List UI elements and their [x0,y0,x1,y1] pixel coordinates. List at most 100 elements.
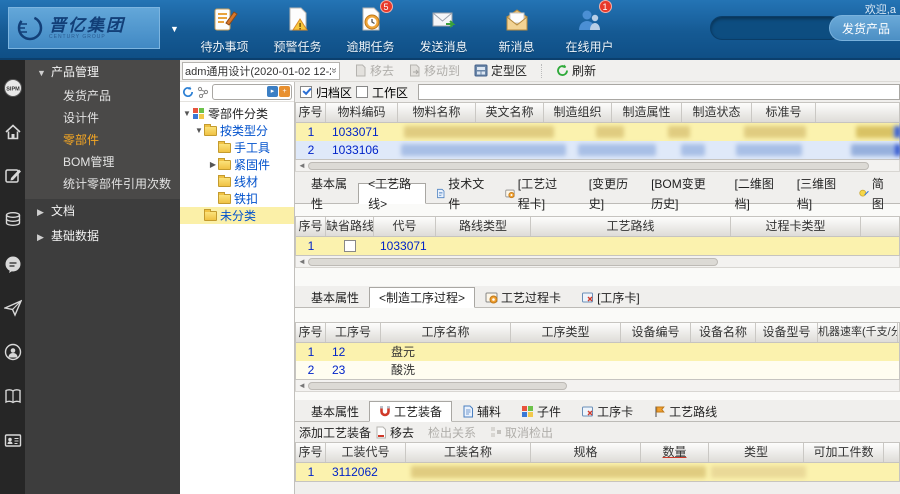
operation-table-hscrollbar[interactable]: ◄ [295,380,900,392]
material-row-1[interactable]: 1 1033071 [296,123,900,141]
tree-node-fasteners[interactable]: ▶ 紧固件 [180,156,294,173]
tab-process-card[interactable]: [工艺过程卡] [495,177,579,211]
sipm-logo-icon[interactable]: SIPM [0,66,25,110]
tree-refresh-icon[interactable] [182,85,194,98]
col-header[interactable]: 工装代号 [326,443,406,462]
remove-button[interactable]: 移去 [354,62,394,79]
alert-tasks-button[interactable]: 预警任务 [261,4,334,55]
tab-child-parts[interactable]: 子件 [511,401,571,422]
global-search-input[interactable] [710,16,842,40]
col-header[interactable]: 过程卡类型 [731,217,861,236]
nav-item-bom-management[interactable]: BOM管理 [25,151,180,173]
tab-technical-documents[interactable]: 技术文件 [426,177,495,211]
operation-row-1[interactable]: 1 12 盘元 [296,343,899,361]
nav-item-parts[interactable]: 零部件 [25,129,180,151]
chat-icon[interactable] [0,242,25,286]
ship-product-button[interactable]: 发货产品 [828,15,900,41]
home-icon[interactable] [0,110,25,154]
col-header[interactable]: 制造组织 [544,103,612,122]
col-header[interactable]: 工艺路线 [531,217,731,236]
col-header[interactable]: 制造状态 [682,103,752,122]
tab-process-route[interactable]: 工艺路线 [643,401,727,422]
tab-sketch[interactable]: 简图 [849,177,900,211]
logo-dropdown-caret[interactable]: ▼ [170,24,179,34]
col-header[interactable]: 序号 [296,443,326,462]
nav-item-design-parts[interactable]: 设计件 [25,107,180,129]
move-to-button[interactable]: 移动到 [408,62,460,79]
tab-3d-drawings[interactable]: [三维图档] [787,177,849,211]
col-header[interactable]: 规格 [531,443,641,462]
col-header[interactable]: 机器速率(千支/分钟) [818,323,898,342]
operation-row-2[interactable]: 2 23 酸洗 [296,361,899,379]
tree-node-by-type[interactable]: ▼ 按类型分 [180,122,294,139]
col-header[interactable]: 工装名称 [406,443,531,462]
nav-item-part-usage-count[interactable]: 统计零部件引用次数 [25,173,180,195]
tree-node-unclassified[interactable]: 未分类 [180,207,294,224]
col-header[interactable]: 英文名称 [476,103,544,122]
col-header[interactable]: 设备编号 [621,323,691,342]
expander-icon[interactable]: ▶ [208,160,218,169]
archive-area-checkbox[interactable] [300,86,312,98]
col-header[interactable]: 设备型号 [756,323,818,342]
tab-bom-change-history[interactable]: [BOM变更历史] [641,177,724,211]
col-header[interactable]: 工序名称 [381,323,511,342]
context-dropdown[interactable]: adm通用设计(2020-01-02 12-22 » [182,61,340,80]
tree-structure-icon[interactable] [197,86,209,98]
send-message-button[interactable]: 发送消息 [407,4,480,55]
scroll-left-icon[interactable]: ◄ [296,257,308,266]
material-row-2[interactable]: 2 1033106 [296,141,900,159]
nav-group-basic-data[interactable]: ▶ 基础数据 [25,224,180,249]
tree-node-hand-tools[interactable]: 手工具 [180,139,294,156]
book-icon[interactable] [0,374,25,418]
workspace-checkbox[interactable] [356,86,369,98]
col-header[interactable]: 序号 [296,323,326,342]
tree-search-input[interactable] [214,86,266,97]
send-plane-icon[interactable] [0,286,25,330]
default-route-checkbox[interactable] [344,240,356,252]
todo-items-button[interactable]: 待办事项 [188,4,261,55]
material-table-hscrollbar[interactable]: ◄ [295,160,900,172]
col-header[interactable]: 序号 [296,103,326,122]
col-header[interactable]: 物料名称 [398,103,476,122]
checkout-relation-button[interactable]: 检出关系 [428,424,476,441]
database-icon[interactable] [0,198,25,242]
user-broadcast-icon[interactable] [0,330,25,374]
col-header[interactable]: 标准号 [752,103,816,122]
col-header[interactable]: 设备名称 [691,323,756,342]
col-header[interactable]: 工序号 [326,323,381,342]
col-header[interactable]: 代号 [374,217,436,236]
tab-basic-attributes[interactable]: 基本属性 [301,401,369,422]
tab-change-history[interactable]: [变更历史] [579,177,641,211]
col-header[interactable]: 路线类型 [436,217,531,236]
remove-tooling-button[interactable]: 移去 [375,424,414,441]
tab-2d-drawings[interactable]: [二维图档] [724,177,786,211]
tab-basic-attributes[interactable]: 基本属性 [301,287,369,308]
tab-process-equipment[interactable]: 工艺装备 [369,401,453,422]
col-header[interactable]: 制造属性 [612,103,682,122]
tab-basic-attributes[interactable]: 基本属性 [301,177,358,211]
quick-filter-input[interactable] [418,84,900,100]
cancel-checkout-button[interactable]: 取消检出 [490,424,553,441]
tree-node-rail-clip[interactable]: 铁扣 [180,190,294,207]
scroll-thumb[interactable] [308,257,719,266]
refresh-button[interactable]: 刷新 [556,62,596,79]
compose-icon[interactable] [0,154,25,198]
tooling-row-1[interactable]: 1 3112062 [296,463,899,481]
add-tooling-button[interactable]: 添加工艺装备 [299,424,371,441]
route-row-1[interactable]: 1 1033071 [296,237,899,255]
col-header[interactable]: 物料编码 [326,103,398,122]
col-header[interactable]: 类型 [709,443,804,462]
tab-manufacturing-process[interactable]: <制造工序过程> [369,287,476,308]
overdue-tasks-button[interactable]: 5 逾期任务 [334,0,407,55]
fixed-area-button[interactable]: 定型区 [474,62,527,79]
online-users-button[interactable]: 1 在线用户 [553,0,626,55]
new-message-button[interactable]: 新消息 [480,4,553,55]
tab-process-route[interactable]: <工艺路线> [358,177,427,211]
scroll-left-icon[interactable]: ◄ [296,161,308,170]
tree-node-wire[interactable]: 线材 [180,173,294,190]
tab-operation-card[interactable]: 工序卡 [571,401,643,422]
col-header[interactable]: 可加工件数 [804,443,884,462]
expander-icon[interactable]: ▼ [194,126,204,135]
col-header[interactable]: 序号 [296,217,326,236]
scroll-thumb[interactable] [308,381,568,390]
